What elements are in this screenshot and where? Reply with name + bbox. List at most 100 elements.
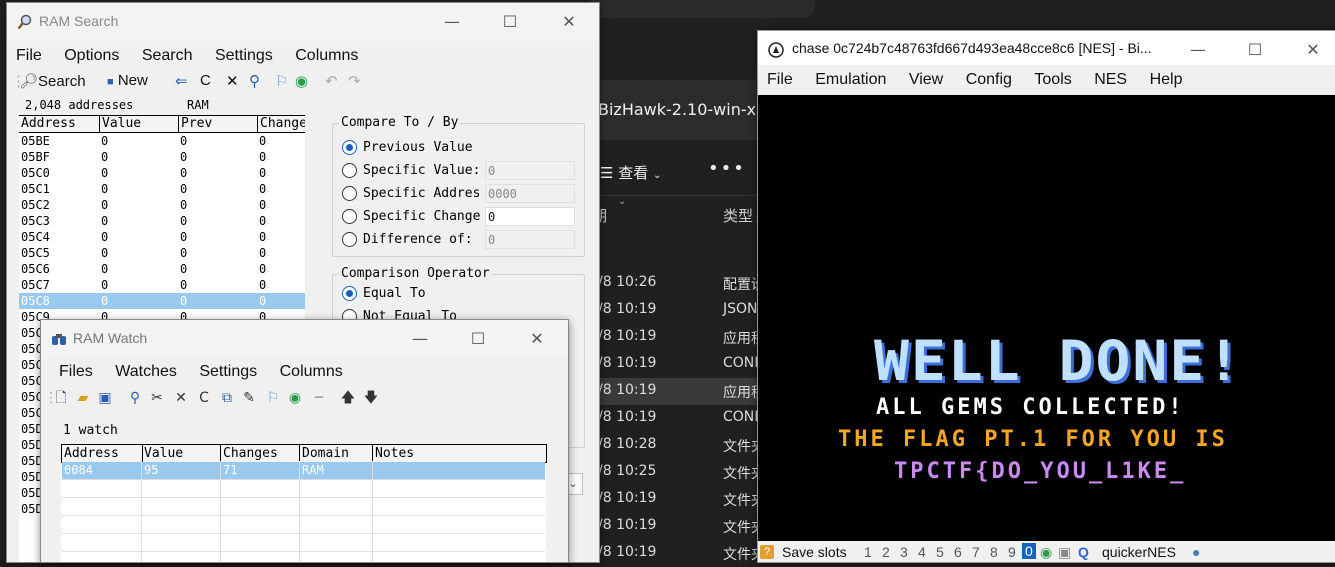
- list-item[interactable]: /8 10:25 文件夹: [590, 459, 770, 486]
- difference-of-input[interactable]: 0: [485, 230, 575, 249]
- redo-icon[interactable]: ↷: [348, 72, 361, 90]
- save-slot-0-active[interactable]: 0: [1022, 543, 1036, 559]
- save-slot-8[interactable]: 8: [990, 544, 998, 560]
- table-row[interactable]: 05C3 0 0 0: [19, 213, 305, 229]
- menu-config[interactable]: Config: [957, 67, 1021, 89]
- search-button[interactable]: 🔎︎Search: [19, 72, 86, 90]
- binoculars-icon[interactable]: ⚲: [249, 72, 260, 90]
- new-file-icon[interactable]: 🗋: [53, 390, 69, 406]
- menu-emulation[interactable]: Emulation: [806, 67, 895, 89]
- save-slot-1[interactable]: 1: [864, 544, 872, 560]
- save-icon[interactable]: ▣: [97, 390, 113, 406]
- column-changes[interactable]: Changes: [221, 445, 300, 462]
- open-folder-icon[interactable]: ▰: [75, 390, 91, 406]
- table-row[interactable]: 05BF 0 0 0: [19, 149, 305, 165]
- close-button[interactable]: ✕: [549, 7, 589, 37]
- radio-previous-value[interactable]: [342, 140, 357, 155]
- save-slot-9[interactable]: 9: [1008, 544, 1016, 560]
- save-slot-7[interactable]: 7: [972, 544, 980, 560]
- move-up-icon[interactable]: 🡅: [340, 390, 356, 406]
- table-row[interactable]: 05BE 0 0 0: [19, 133, 305, 149]
- menu-columns[interactable]: Columns: [271, 359, 352, 381]
- table-row[interactable]: 05C2 0 0 0: [19, 197, 305, 213]
- table-row[interactable]: 0084 95 71 RAM: [62, 462, 545, 480]
- list-item[interactable]: /8 10:26 配置设: [590, 270, 770, 297]
- watch-table[interactable]: Address Value Changes Domain Notes 0084 …: [61, 444, 547, 562]
- close-button[interactable]: ✕: [1293, 35, 1333, 65]
- save-slot-6[interactable]: 6: [954, 544, 962, 560]
- duplicate-icon[interactable]: ⧉: [219, 390, 235, 406]
- maximize-button[interactable]: ☐: [490, 7, 530, 37]
- binoculars-icon[interactable]: ⚲: [127, 390, 143, 406]
- list-item[interactable]: /8 10:28 文件夹: [590, 432, 770, 459]
- menu-columns[interactable]: Columns: [286, 43, 367, 65]
- radio-specific-value[interactable]: [342, 163, 357, 178]
- pin-icon[interactable]: ⚐: [265, 390, 281, 406]
- specific-change-input[interactable]: 0: [485, 207, 575, 226]
- menu-search[interactable]: Search: [133, 43, 202, 65]
- remove-icon[interactable]: ✕: [173, 390, 189, 406]
- menu-view[interactable]: View: [900, 67, 952, 89]
- explorer-view-button[interactable]: ☰ 查看 ⌄: [600, 162, 661, 183]
- separator-icon[interactable]: ─: [311, 390, 327, 406]
- table-row[interactable]: 05C6 0 0 0: [19, 261, 305, 277]
- table-row[interactable]: 05C8 0 0 0: [19, 293, 305, 309]
- table-row[interactable]: 05C7 0 0 0: [19, 277, 305, 293]
- cut-icon[interactable]: ✂: [149, 390, 165, 406]
- table-row[interactable]: 05C1 0 0 0: [19, 181, 305, 197]
- menu-files[interactable]: Files: [50, 359, 102, 381]
- bizhawk-titlebar[interactable]: chase 0c724b7c48763fd667d493ea48cce8c6 […: [758, 31, 1335, 65]
- specific-address-input[interactable]: 0000: [485, 184, 575, 203]
- more-options-button[interactable]: •••: [708, 158, 746, 179]
- column-value[interactable]: Value: [142, 445, 221, 462]
- radio-specific-change[interactable]: [342, 209, 357, 224]
- globe-icon[interactable]: ◉: [295, 72, 308, 90]
- menu-settings[interactable]: Settings: [206, 43, 282, 65]
- radio-equal-to[interactable]: [342, 286, 357, 301]
- globe-icon[interactable]: ◉: [287, 390, 303, 406]
- move-down-icon[interactable]: 🡇: [363, 390, 379, 406]
- column-value[interactable]: Value: [99, 116, 141, 132]
- clear-changes-button[interactable]: C: [200, 72, 211, 89]
- list-item[interactable]: /8 10:19 文件夹: [590, 540, 770, 567]
- column-address[interactable]: Address: [62, 445, 143, 462]
- list-item[interactable]: /8 10:19 应用程: [590, 378, 770, 405]
- table-row[interactable]: 05C5 0 0 0: [19, 245, 305, 261]
- undo-arrow-icon[interactable]: ⇐: [175, 72, 188, 90]
- maximize-button[interactable]: ☐: [458, 324, 498, 354]
- menu-help[interactable]: Help: [1141, 67, 1192, 89]
- edit-icon[interactable]: ✎: [241, 390, 257, 406]
- column-address[interactable]: Address: [19, 116, 76, 132]
- list-item[interactable]: /8 10:19 JSON: [590, 297, 770, 324]
- maximize-button[interactable]: ☐: [1235, 35, 1275, 65]
- menu-file[interactable]: File: [758, 67, 802, 89]
- remove-icon[interactable]: ✕: [226, 72, 239, 90]
- menu-watches[interactable]: Watches: [106, 359, 186, 381]
- menu-options[interactable]: Options: [55, 43, 128, 65]
- menu-settings[interactable]: Settings: [190, 359, 266, 381]
- pin-icon[interactable]: ⚐: [275, 72, 288, 90]
- list-item[interactable]: /8 10:19 CONF: [590, 405, 770, 432]
- menu-tools[interactable]: Tools: [1025, 67, 1080, 89]
- save-slot-5[interactable]: 5: [936, 544, 944, 560]
- column-notes[interactable]: Notes: [373, 445, 414, 462]
- specific-value-input[interactable]: 0: [485, 161, 575, 180]
- new-button[interactable]: ■ New: [107, 72, 148, 89]
- menu-nes[interactable]: NES: [1085, 67, 1136, 89]
- column-prev[interactable]: Prev: [178, 116, 212, 132]
- undo-icon[interactable]: ↶: [325, 72, 338, 90]
- save-slot-2[interactable]: 2: [882, 544, 890, 560]
- table-row[interactable]: 05C0 0 0 0: [19, 165, 305, 181]
- list-item[interactable]: /8 10:19 应用程: [590, 324, 770, 351]
- column-domain[interactable]: Domain: [300, 445, 373, 462]
- close-button[interactable]: ✕: [517, 324, 557, 354]
- menu-file[interactable]: File: [7, 43, 51, 65]
- emulator-screen[interactable]: WELL DONE! ALL GEMS COLLECTED! THE FLAG …: [758, 95, 1335, 541]
- radio-specific-address[interactable]: [342, 186, 357, 201]
- save-slot-3[interactable]: 3: [900, 544, 908, 560]
- column-change[interactable]: Change: [257, 116, 305, 132]
- list-item[interactable]: /8 10:19 文件夹: [590, 486, 770, 513]
- clear-changes-button[interactable]: C: [196, 390, 212, 406]
- list-item[interactable]: /8 10:19 CONF: [590, 351, 770, 378]
- minimize-button[interactable]: —: [432, 7, 472, 37]
